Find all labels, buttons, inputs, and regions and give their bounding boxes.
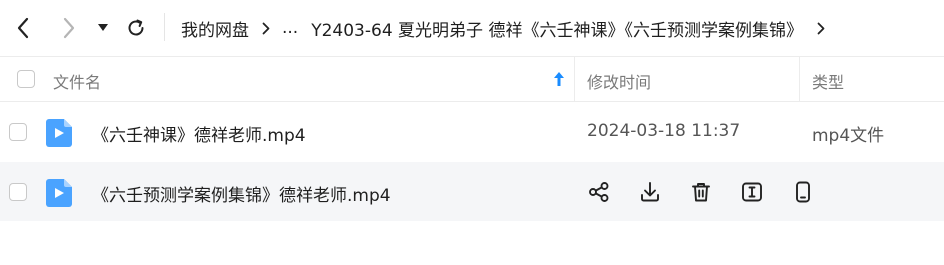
- download-button[interactable]: [638, 180, 662, 204]
- table-row[interactable]: 《六壬神课》德祥老师.mp4 2024-03-18 11:37 mp4文件: [0, 102, 944, 161]
- breadcrumb-current-folder[interactable]: Y2403-64 夏光明弟子 德祥《六壬神课》《六壬预测学案例集锦》: [311, 16, 803, 41]
- column-header-type[interactable]: 类型: [812, 69, 844, 93]
- sort-ascending-icon[interactable]: [553, 71, 565, 91]
- chevron-right-icon[interactable]: [817, 22, 825, 35]
- chevron-right-icon: [262, 22, 270, 35]
- file-name[interactable]: 《六壬神课》德祥老师.mp4: [92, 121, 306, 146]
- select-all-checkbox[interactable]: [17, 70, 35, 88]
- back-button[interactable]: [8, 13, 38, 43]
- breadcrumb-root[interactable]: 我的网盘: [181, 16, 249, 41]
- column-divider[interactable]: [574, 57, 575, 101]
- column-divider[interactable]: [799, 57, 800, 101]
- navigation-bar: 我的网盘 ... Y2403-64 夏光明弟子 德祥《六壬神课》《六壬预测学案例…: [0, 0, 944, 57]
- send-to-mobile-button[interactable]: [791, 180, 815, 204]
- column-header-name[interactable]: 文件名: [53, 69, 101, 93]
- table-header: 文件名 修改时间 类型: [0, 57, 944, 102]
- video-file-icon: [46, 119, 72, 147]
- breadcrumb-ellipsis[interactable]: ...: [282, 18, 298, 38]
- file-name[interactable]: 《六壬预测学案例集锦》德祥老师.mp4: [92, 181, 391, 206]
- video-file-icon: [46, 179, 72, 207]
- delete-icon: [692, 183, 710, 202]
- share-icon: [589, 182, 609, 202]
- forward-button[interactable]: [54, 13, 84, 43]
- row-checkbox[interactable]: [9, 183, 27, 201]
- download-icon: [641, 182, 659, 202]
- refresh-button[interactable]: [121, 13, 151, 43]
- delete-button[interactable]: [689, 180, 713, 204]
- chevron-left-icon: [17, 17, 29, 39]
- row-checkbox[interactable]: [9, 123, 27, 141]
- history-dropdown-button[interactable]: [89, 13, 117, 43]
- caret-down-icon: [98, 24, 108, 31]
- chevron-right-icon: [63, 17, 75, 39]
- rename-button[interactable]: [740, 180, 764, 204]
- navbar-divider: [164, 13, 165, 41]
- table-row[interactable]: 《六壬预测学案例集锦》德祥老师.mp4: [0, 162, 944, 221]
- rename-icon: [742, 182, 762, 202]
- modified-time: 2024-03-18 11:37: [587, 121, 741, 141]
- mobile-icon: [796, 181, 810, 203]
- column-header-modified[interactable]: 修改时间: [587, 69, 651, 93]
- breadcrumb: 我的网盘 ... Y2403-64 夏光明弟子 德祥《六壬神课》《六壬预测学案例…: [181, 13, 825, 43]
- refresh-icon: [128, 19, 144, 36]
- share-button[interactable]: [587, 180, 611, 204]
- file-type: mp4文件: [812, 126, 885, 146]
